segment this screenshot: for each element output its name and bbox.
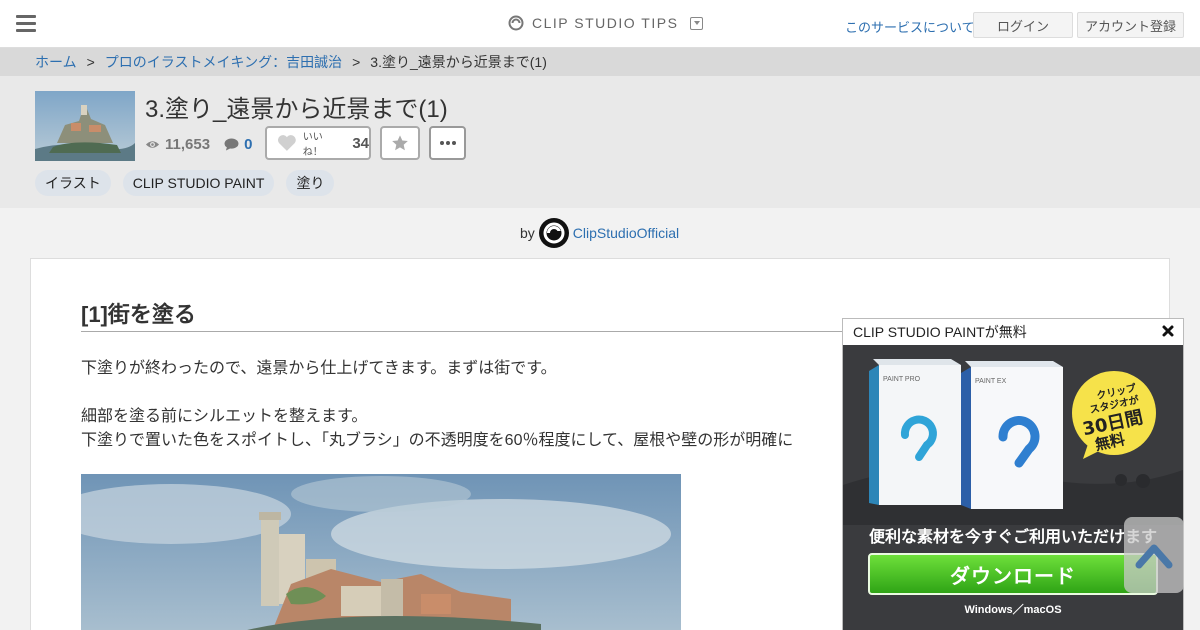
like-count: 34 xyxy=(352,134,369,152)
ad-os-label: Windows／macOS xyxy=(964,604,1062,616)
free-30-days-badge: クリップ スタジオが 30日間 無料 xyxy=(1072,371,1156,459)
tag-list: イラスト CLIP STUDIO PAINT 塗り xyxy=(35,170,335,196)
star-icon xyxy=(392,135,408,151)
breadcrumb-home[interactable]: ホーム xyxy=(35,52,77,72)
top-bar: CLIP STUDIO TIPS このサービスについて ログイン アカウント登録 xyxy=(0,0,1200,48)
tag-item[interactable]: 塗り xyxy=(286,170,335,196)
about-service-link[interactable]: このサービスについて xyxy=(845,17,975,36)
tag-item[interactable]: イラスト xyxy=(35,170,111,196)
author-line: by ClipStudioOfficial xyxy=(520,218,679,248)
eye-icon xyxy=(145,141,160,148)
service-brand[interactable]: CLIP STUDIO TIPS xyxy=(508,15,704,31)
register-button[interactable]: アカウント登録 xyxy=(1077,12,1184,38)
comment-count[interactable]: 0 xyxy=(224,136,252,153)
ad-tagline: 便利な素材を今すぐご利用いただけます xyxy=(869,529,1158,546)
author-name-link[interactable]: ClipStudioOfficial xyxy=(573,225,679,241)
more-options-button[interactable] xyxy=(429,126,466,160)
paragraph: 下塗りが終わったので、遠景から仕上げてきます。まずは街です。 xyxy=(81,360,557,377)
more-icon xyxy=(439,141,444,145)
paragraph: 下塗りで置いた色をスポイトし、「丸ブラシ」の不透明度を60％程度にして、屋根や壁… xyxy=(81,432,794,449)
breadcrumb-separator: > xyxy=(86,54,95,70)
download-button[interactable]: ダウンロード xyxy=(868,553,1158,595)
article-thumbnail[interactable] xyxy=(35,91,135,161)
comment-count-value: 0 xyxy=(244,136,253,153)
breadcrumb: ホーム > プロのイラストメイキング：吉田誠治 > 3.塗り_遠景から近景まで(… xyxy=(0,48,1200,76)
login-button[interactable]: ログイン xyxy=(973,12,1073,38)
ad-header-text: CLIP STUDIO PAINTが無料 xyxy=(853,324,1027,340)
article-stats: 11,653 0 xyxy=(145,136,252,153)
comment-icon xyxy=(224,138,239,151)
tag-item[interactable]: CLIP STUDIO PAINT xyxy=(122,170,275,196)
favorite-button[interactable] xyxy=(380,126,420,160)
brand-name: CLIP STUDIO TIPS xyxy=(532,15,679,31)
view-count: 11,653 xyxy=(145,136,210,153)
close-icon[interactable] xyxy=(1161,324,1175,338)
scroll-to-top-button[interactable] xyxy=(1124,517,1184,593)
article-header: 3.塗り_遠景から近景まで(1) 11,653 0 いいね！ 34 イラスト C… xyxy=(0,76,1200,208)
like-label: いいね！ xyxy=(302,132,323,158)
illustration-image xyxy=(81,474,681,630)
view-count-value: 11,653 xyxy=(165,136,211,153)
clip-studio-logo-icon xyxy=(508,15,524,31)
heart-icon xyxy=(277,135,296,151)
breadcrumb-series[interactable]: プロのイラストメイキング：吉田誠治 xyxy=(105,52,342,72)
breadcrumb-current: 3.塗り_遠景から近景まで(1) xyxy=(370,54,547,70)
article-title: 3.塗り_遠景から近景まで(1) xyxy=(145,96,448,123)
menu-icon[interactable] xyxy=(16,15,36,33)
paragraph: 細部を塗る前にシルエットを整えます。 xyxy=(81,408,368,425)
box-ex-label: PAINT EX xyxy=(975,378,1007,385)
dropdown-caret-icon[interactable] xyxy=(690,16,704,30)
breadcrumb-separator: > xyxy=(352,54,361,70)
chevron-up-icon xyxy=(1135,544,1173,569)
ad-header: CLIP STUDIO PAINTが無料 xyxy=(843,319,1183,345)
box-pro-label: PAINT PRO xyxy=(883,376,921,383)
like-button[interactable]: いいね！ 34 xyxy=(265,126,371,160)
author-avatar[interactable] xyxy=(538,218,569,248)
author-by-label: by xyxy=(520,225,535,241)
